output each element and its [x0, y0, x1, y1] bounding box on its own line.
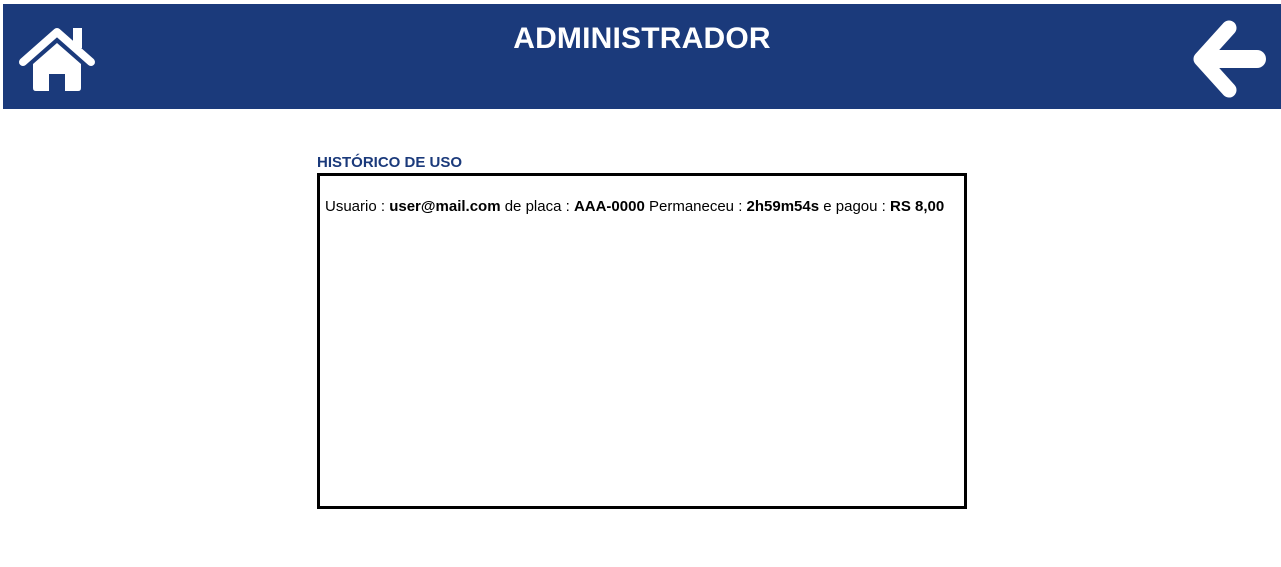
top-bar: ADMINISTRADOR — [3, 4, 1281, 109]
plate-label: de placa : — [500, 198, 574, 215]
page-title: ADMINISTRADOR — [513, 22, 771, 55]
back-button[interactable] — [1191, 20, 1267, 98]
arrow-left-icon — [1191, 20, 1267, 98]
duration-label: Permaneceu : — [644, 198, 747, 215]
history-entry: Usuario : user@mail.com de placa : AAA-0… — [325, 198, 944, 215]
duration-value: 2h59m54s — [746, 198, 820, 215]
plate-value: AAA-0000 — [573, 198, 645, 215]
user-label: Usuario : — [325, 198, 390, 215]
paid-label: e pagou : — [819, 198, 890, 215]
paid-value: RS 8,00 — [890, 198, 945, 215]
history-list: Usuario : user@mail.com de placa : AAA-0… — [317, 173, 967, 509]
history-section-label: HISTÓRICO DE USO — [317, 154, 463, 171]
user-email: user@mail.com — [389, 198, 501, 215]
